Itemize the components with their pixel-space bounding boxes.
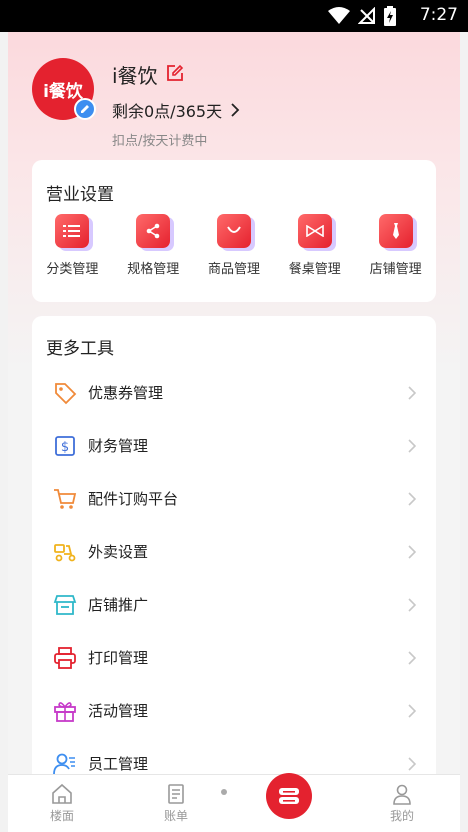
biz-label: 分类管理	[46, 262, 99, 277]
tab-floor[interactable]: 楼面	[32, 783, 92, 824]
scooter-icon	[52, 539, 78, 565]
chevron-right-icon	[231, 103, 240, 117]
biz-label: 餐桌管理	[288, 262, 341, 277]
store-icon	[52, 592, 78, 618]
chevron-right-icon	[408, 491, 416, 506]
cashier-button[interactable]	[266, 773, 312, 819]
cashier-icon	[279, 788, 299, 804]
chevron-right-icon	[408, 703, 416, 718]
product-management-button[interactable]: 商品管理	[194, 214, 275, 277]
biz-label: 店铺管理	[369, 262, 422, 277]
bottom-tab-bar: 楼面 账单 我的	[8, 773, 460, 832]
tool-label: 员工管理	[88, 755, 149, 773]
dollar-icon: $	[52, 433, 78, 459]
tool-label: 财务管理	[88, 437, 149, 455]
status-icons	[328, 6, 396, 26]
tool-label: 外卖设置	[88, 543, 149, 561]
chevron-right-icon	[408, 438, 416, 453]
bag-icon	[216, 214, 251, 248]
chevron-right-icon	[408, 756, 416, 771]
staff-icon	[52, 751, 78, 777]
remaining-balance[interactable]: 剩余0点/365天	[112, 98, 240, 122]
notification-dot	[221, 789, 227, 795]
tie-icon	[378, 214, 413, 248]
table-management-button[interactable]: 餐桌管理	[274, 214, 355, 277]
home-icon	[52, 783, 72, 804]
biz-label: 商品管理	[207, 262, 260, 277]
business-settings-title: 营业设置	[46, 185, 114, 205]
tool-label: 优惠券管理	[88, 384, 164, 402]
mine-page: i餐饮 i餐饮 剩余0点/365天 扣点/按天计费中 营业设置 分类管理 规格管…	[8, 32, 460, 832]
billing-status: 扣点/按天计费中	[112, 134, 208, 149]
more-tools-card: 更多工具 优惠券管理 $ 财务管理 配件订购平台 外卖设置 店铺推广 打印管理 …	[32, 316, 436, 826]
list-icon	[55, 214, 90, 248]
spec-management-button[interactable]: 规格管理	[113, 214, 194, 277]
remaining-text: 剩余0点/365天	[112, 102, 223, 121]
gift-icon	[52, 698, 78, 724]
shop-name: i餐饮	[112, 64, 158, 88]
chevron-right-icon	[408, 544, 416, 559]
tool-item-delivery[interactable]: 外卖设置	[32, 525, 436, 578]
tab-mine[interactable]: 我的	[372, 783, 432, 824]
tab-label: 账单	[163, 809, 188, 823]
battery-charging-icon	[384, 6, 396, 26]
status-bar: 7:27	[0, 0, 468, 32]
business-settings-card: 营业设置 分类管理 规格管理 商品管理 餐桌管理 店铺管理	[32, 160, 436, 302]
tool-label: 店铺推广	[88, 596, 149, 614]
tool-item-parts-order[interactable]: 配件订购平台	[32, 472, 436, 525]
share-icon	[136, 214, 171, 248]
tool-item-activity[interactable]: 活动管理	[32, 684, 436, 737]
chevron-right-icon	[408, 597, 416, 612]
edit-name-icon[interactable]	[166, 64, 184, 82]
biz-label: 规格管理	[127, 262, 180, 277]
chevron-right-icon	[408, 650, 416, 665]
coupon-icon	[52, 380, 78, 406]
avatar-edit-icon[interactable]	[74, 98, 96, 120]
tab-label: 楼面	[49, 809, 74, 823]
user-icon	[393, 784, 411, 805]
profile-header: i餐饮 i餐饮 剩余0点/365天 扣点/按天计费中	[32, 58, 432, 158]
tab-label: 我的	[389, 809, 414, 823]
bill-icon	[168, 784, 184, 804]
tool-item-coupon[interactable]: 优惠券管理	[32, 366, 436, 419]
printer-icon	[52, 645, 78, 671]
tool-item-printer[interactable]: 打印管理	[32, 631, 436, 684]
chevron-right-icon	[408, 385, 416, 400]
more-tools-title: 更多工具	[46, 339, 114, 359]
category-management-button[interactable]: 分类管理	[32, 214, 113, 277]
tool-item-finance[interactable]: $ 财务管理	[32, 419, 436, 472]
svg-text:$: $	[61, 440, 69, 455]
no-signal-icon	[358, 7, 375, 24]
bowtie-icon	[297, 214, 332, 248]
tool-label: 配件订购平台	[88, 490, 179, 508]
tool-label: 打印管理	[88, 649, 149, 667]
store-management-button[interactable]: 店铺管理	[355, 214, 436, 277]
cart-icon	[52, 486, 78, 512]
tab-bills[interactable]: 账单	[146, 783, 206, 824]
tool-label: 活动管理	[88, 702, 149, 720]
tool-item-promotion[interactable]: 店铺推广	[32, 578, 436, 631]
wifi-icon	[328, 7, 350, 24]
tool-list: 优惠券管理 $ 财务管理 配件订购平台 外卖设置 店铺推广 打印管理 活动管理 …	[32, 366, 436, 790]
avatar-logo-text: i餐饮	[43, 81, 83, 102]
status-time: 7:27	[419, 5, 458, 25]
